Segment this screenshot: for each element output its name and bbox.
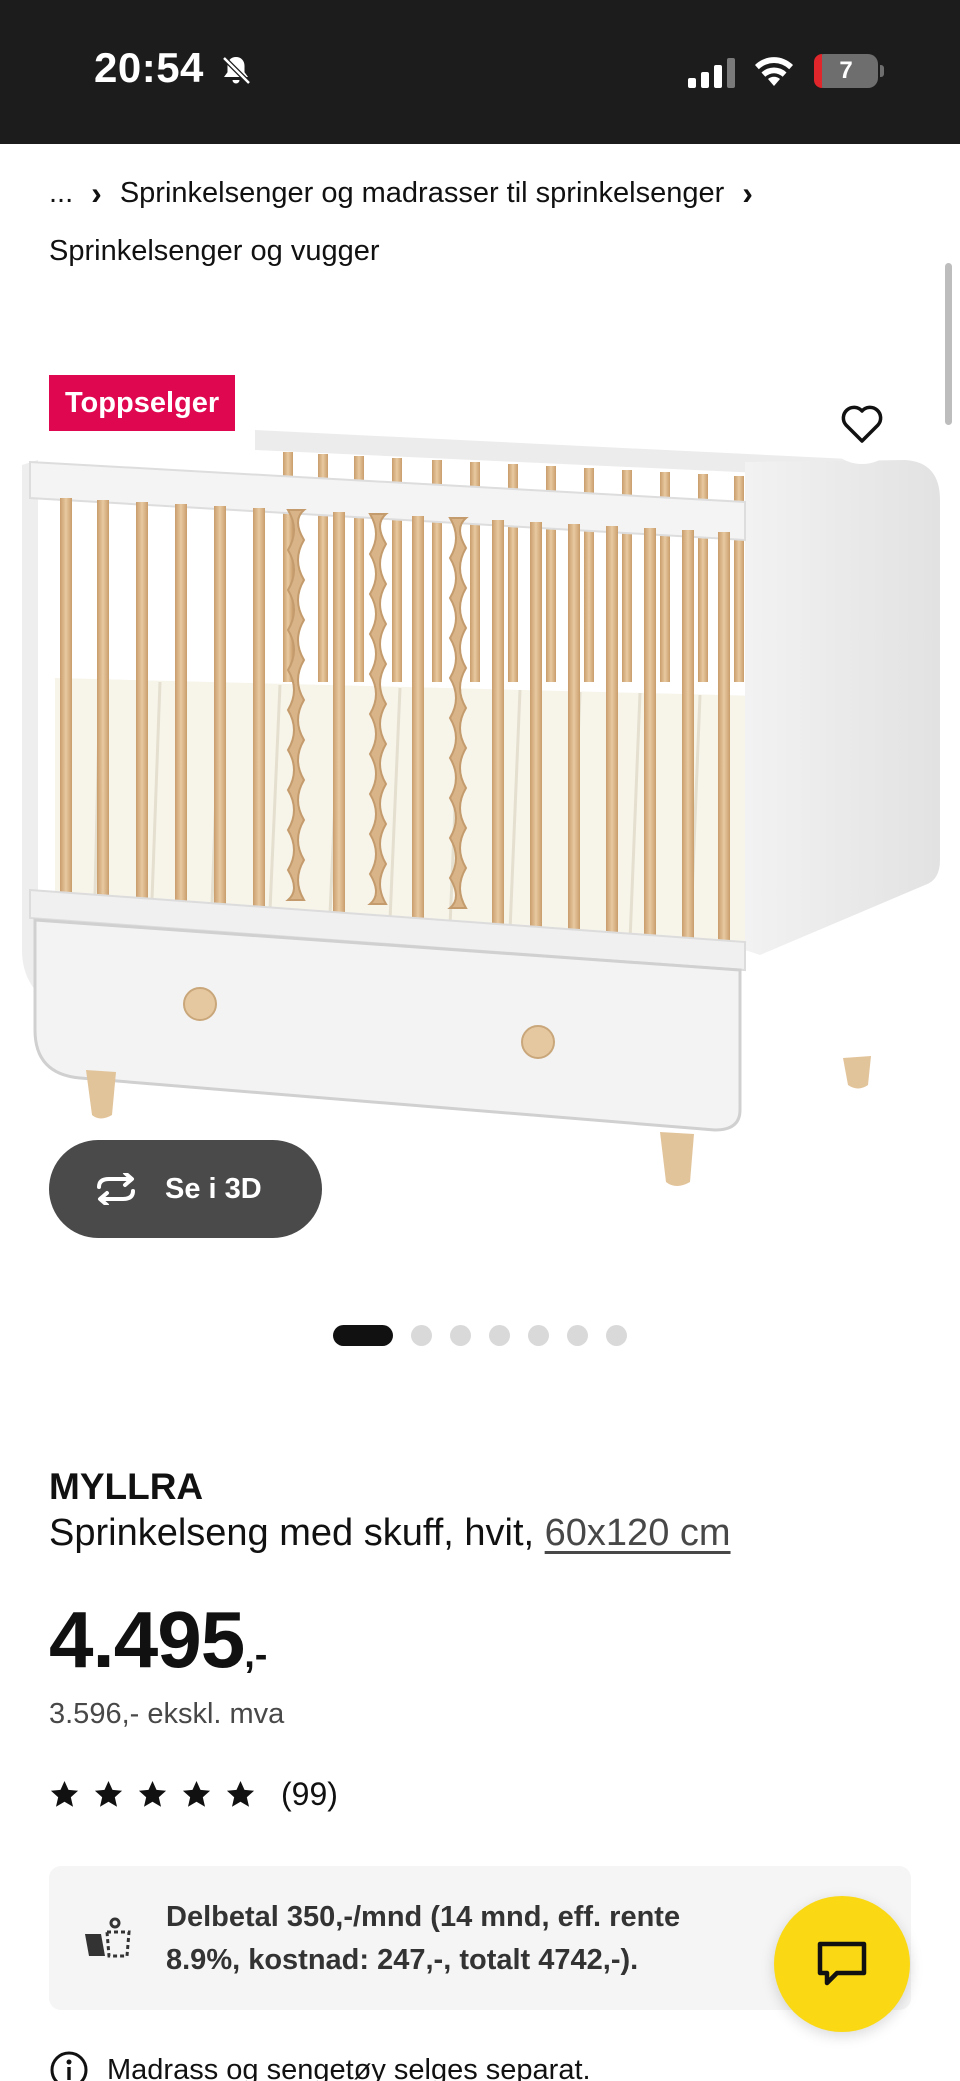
- carousel-dot[interactable]: [450, 1324, 471, 1346]
- installment-payment-icon: [85, 1917, 131, 1958]
- separate-sale-notice: Madrass og sengetøy selges separat.: [49, 2050, 591, 2081]
- view-in-3d-button[interactable]: Se i 3D: [49, 1140, 322, 1238]
- bell-muted-icon: [222, 56, 251, 85]
- product-image[interactable]: [0, 370, 960, 1270]
- breadcrumb: ... › Sprinkelsenger og madrasser til sp…: [49, 164, 909, 280]
- product-page: 20:54 7 ... › Sprinkelsenger og madrasse…: [0, 0, 960, 2081]
- heart-icon: [841, 405, 883, 443]
- price-suffix: ,-: [244, 1634, 268, 1676]
- carousel-dot[interactable]: [528, 1324, 549, 1346]
- carousel-dot[interactable]: [606, 1324, 627, 1346]
- carousel-dot[interactable]: [411, 1324, 432, 1346]
- top-seller-badge: Toppselger: [49, 375, 236, 431]
- installment-text: Delbetal 350,-/mnd (14 mnd, eff. rente 8…: [166, 1901, 681, 1976]
- rotate-3d-icon: [97, 1173, 135, 1205]
- wifi-icon: [755, 57, 793, 86]
- product-name: MYLLRA: [49, 1466, 204, 1507]
- favorite-button[interactable]: [822, 384, 902, 464]
- breadcrumb-ellipsis[interactable]: ...: [49, 164, 73, 222]
- star-icon: [50, 1780, 79, 1807]
- product-description: Sprinkelseng med skuff, hvit, 60x120 cm: [49, 1512, 731, 1555]
- breadcrumb-item[interactable]: Sprinkelsenger og madrasser til sprinkel…: [120, 164, 724, 222]
- rating[interactable]: (99): [49, 1776, 338, 1813]
- chevron-right-icon: ›: [91, 175, 102, 211]
- chat-icon: [817, 1941, 867, 1986]
- battery-icon: 7: [814, 54, 884, 88]
- star-icon: [182, 1780, 211, 1807]
- breadcrumb-item-current[interactable]: Sprinkelsenger og vugger: [49, 222, 379, 280]
- product-description-text: Sprinkelseng med skuff, hvit,: [49, 1512, 535, 1554]
- size-link[interactable]: 60x120 cm: [545, 1512, 731, 1554]
- chat-button[interactable]: [774, 1896, 910, 2032]
- info-icon: [50, 2051, 88, 2081]
- price-amount: 4.495: [49, 1595, 245, 1684]
- carousel-indicator: [333, 1324, 627, 1346]
- rating-count: (99): [281, 1776, 338, 1812]
- star-icon: [226, 1780, 255, 1807]
- star-icon: [94, 1780, 123, 1807]
- price-ex-vat: 3.596,- ekskl. mva: [49, 1698, 285, 1730]
- chevron-right-icon: ›: [742, 175, 753, 211]
- price: 4.495,-: [49, 1594, 267, 1686]
- carousel-dot[interactable]: [489, 1324, 510, 1346]
- carousel-dot[interactable]: [567, 1324, 588, 1346]
- status-time: 20:54: [94, 44, 204, 91]
- star-icon: [138, 1780, 167, 1807]
- view-in-3d-label: Se i 3D: [165, 1172, 262, 1205]
- status-bar: 20:54 7: [0, 0, 960, 144]
- cellular-signal-icon: [688, 58, 735, 88]
- carousel-dot-active[interactable]: [333, 1324, 393, 1346]
- notice-text: Madrass og sengetøy selges separat.: [107, 2053, 591, 2081]
